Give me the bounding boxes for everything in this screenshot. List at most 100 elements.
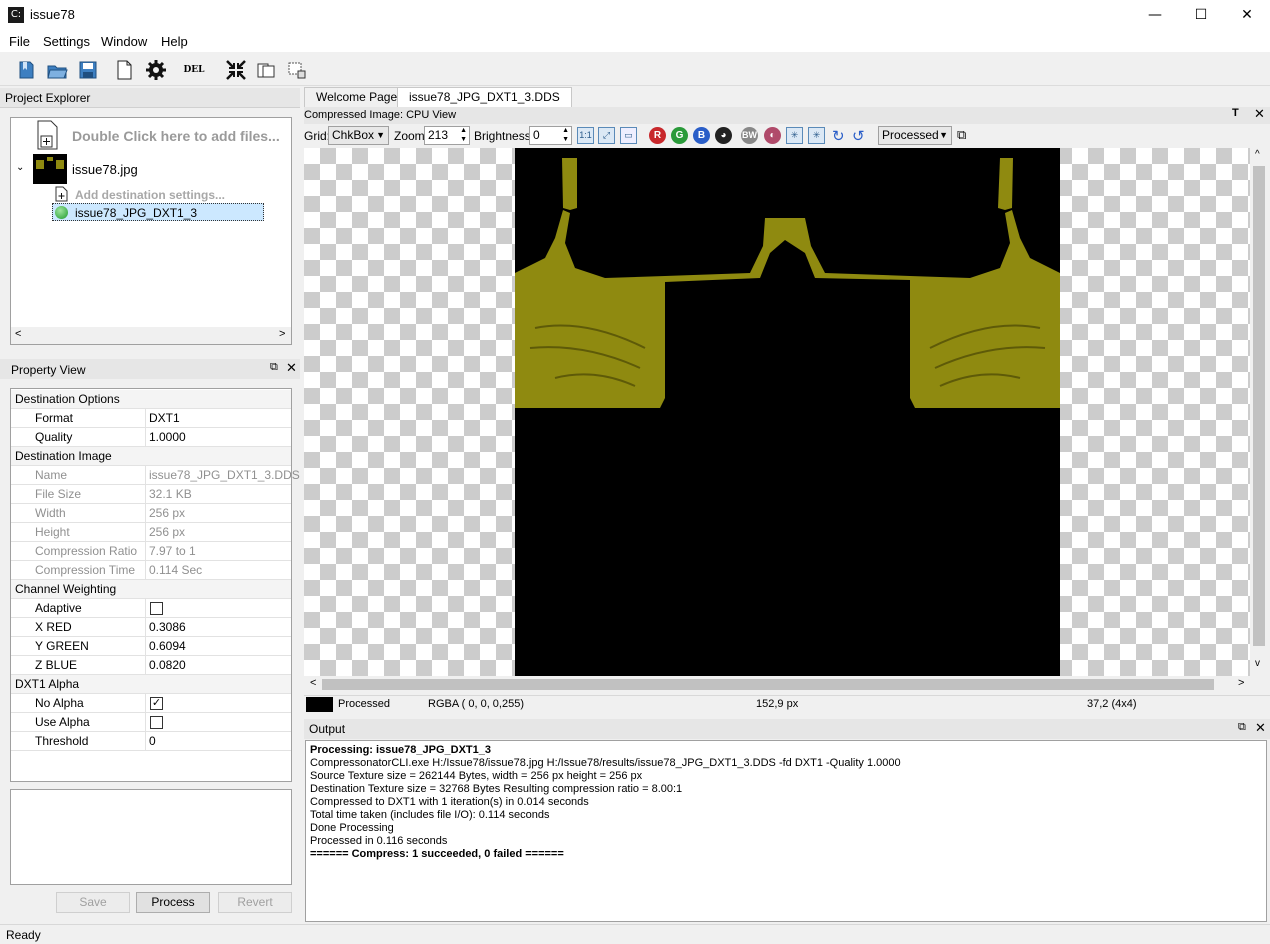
grayscale-icon[interactable]: BW: [741, 127, 758, 144]
property-row[interactable]: File Size 32.1 KB: [11, 485, 291, 504]
property-value[interactable]: 0: [149, 734, 156, 748]
open-image-icon[interactable]: [111, 57, 137, 83]
zoom-100-icon[interactable]: 1:1: [577, 127, 594, 144]
scroll-right-icon[interactable]: >: [1238, 677, 1244, 689]
log-line: Total time taken (includes file I/O): 0.…: [310, 809, 550, 821]
save-button[interactable]: Save: [56, 892, 130, 913]
alpha-channel-icon[interactable]: ◕: [715, 127, 732, 144]
property-row[interactable]: X RED 0.3086: [11, 618, 291, 637]
close-image-view-icon[interactable]: ✕: [1254, 107, 1265, 122]
property-value[interactable]: 0.3086: [149, 620, 186, 634]
property-value[interactable]: 1.0000: [149, 430, 186, 444]
add-destination-icon[interactable]: [55, 186, 68, 202]
add-files-hint[interactable]: Double Click here to add files...: [72, 128, 280, 144]
document-tabs: Welcome Page issue78_JPG_DXT1_3.DDS: [304, 87, 1270, 107]
property-row[interactable]: Threshold 0: [11, 732, 291, 751]
property-row[interactable]: Y GREEN 0.6094: [11, 637, 291, 656]
property-row[interactable]: Quality 1.0000: [11, 428, 291, 447]
minimize-button[interactable]: —: [1132, 0, 1178, 31]
menu-settings[interactable]: Settings: [43, 34, 90, 49]
float-panel-icon[interactable]: ⧉: [270, 361, 278, 374]
scroll-left-icon[interactable]: <: [15, 328, 21, 340]
blue-channel-button[interactable]: B: [693, 127, 710, 144]
mirror-vertical-icon[interactable]: ✳: [808, 127, 825, 144]
scroll-down-icon[interactable]: v: [1255, 658, 1260, 669]
revert-button[interactable]: Revert: [218, 892, 292, 913]
checkbox[interactable]: [150, 716, 163, 729]
property-value[interactable]: 0.6094: [149, 639, 186, 653]
close-panel-icon[interactable]: ✕: [286, 361, 297, 376]
spin-arrows-icon[interactable]: ▲ ▼: [562, 126, 569, 144]
mirror-horizontal-icon[interactable]: ✳: [786, 127, 803, 144]
column-divider: [145, 561, 146, 580]
hscroll-thumb[interactable]: [322, 679, 1214, 690]
delete-button[interactable]: DEL: [180, 57, 208, 83]
vscroll-thumb[interactable]: [1253, 166, 1265, 646]
add-destination-settings[interactable]: Add destination settings...: [75, 188, 225, 202]
menu-file[interactable]: File: [9, 34, 30, 49]
column-divider: [145, 542, 146, 561]
save-project-icon[interactable]: [75, 57, 101, 83]
restore-view-icon[interactable]: ▭: [620, 127, 637, 144]
tab-issue78-dds[interactable]: issue78_JPG_DXT1_3.DDS: [397, 87, 572, 107]
property-row[interactable]: Compression Time 0.114 Sec: [11, 561, 291, 580]
property-row[interactable]: Z BLUE 0.0820: [11, 656, 291, 675]
grid-select[interactable]: ChkBox ▼: [328, 126, 389, 145]
red-channel-button[interactable]: R: [649, 127, 666, 144]
destination-item-selected[interactable]: issue78_JPG_DXT1_3: [52, 203, 264, 221]
compare-windows-icon[interactable]: [253, 57, 279, 83]
property-row[interactable]: Format DXT1: [11, 409, 291, 428]
property-row[interactable]: No Alpha ✓: [11, 694, 291, 713]
add-file-icon[interactable]: [35, 120, 61, 150]
checkbox[interactable]: [150, 602, 163, 615]
property-value[interactable]: 0.0820: [149, 658, 186, 672]
green-channel-button[interactable]: G: [671, 127, 688, 144]
checkbox-checked[interactable]: ✓: [150, 697, 163, 710]
view-mode-select[interactable]: Processed ▼: [878, 126, 952, 145]
float-panel-icon[interactable]: ⧉: [1238, 721, 1246, 734]
rotate-left-icon[interactable]: ↺: [852, 127, 865, 145]
image-item-label[interactable]: issue78.jpg: [72, 162, 138, 177]
process-button[interactable]: Process: [136, 892, 210, 913]
property-value: 32.1 KB: [149, 487, 192, 501]
zoom-spinbox[interactable]: 213 ▲ ▼: [424, 126, 470, 145]
compress-icon[interactable]: [223, 57, 249, 83]
image-diff-icon[interactable]: [284, 57, 310, 83]
output-log[interactable]: Processing: issue78_JPG_DXT1_3 Compresson…: [305, 740, 1267, 922]
open-project-icon[interactable]: [44, 57, 70, 83]
close-output-icon[interactable]: ✕: [1255, 721, 1266, 736]
new-project-icon[interactable]: [14, 57, 40, 83]
menu-help[interactable]: Help: [161, 34, 188, 49]
fit-window-icon[interactable]: ⤢: [598, 127, 615, 144]
chevron-down-icon[interactable]: ⌄: [16, 162, 24, 173]
image-canvas[interactable]: [304, 148, 1250, 676]
scroll-up-icon[interactable]: ^: [1255, 149, 1260, 160]
canvas-vscrollbar[interactable]: ^ v: [1250, 148, 1268, 676]
spin-arrows-icon[interactable]: ▲ ▼: [460, 126, 467, 144]
rotate-right-icon[interactable]: ↻: [832, 127, 845, 145]
log-line: Processed in 0.116 seconds: [310, 835, 448, 847]
property-row[interactable]: Width 256 px: [11, 504, 291, 523]
brightness-spinbox[interactable]: 0 ▲ ▼: [529, 126, 572, 145]
menu-window[interactable]: Window: [101, 34, 147, 49]
property-value[interactable]: DXT1: [149, 411, 180, 425]
close-window-button[interactable]: ✕: [1224, 0, 1270, 31]
split-view-icon[interactable]: ⧉: [957, 127, 966, 143]
project-tree[interactable]: Double Click here to add files... ⌄ issu…: [10, 117, 292, 345]
property-row[interactable]: Adaptive: [11, 599, 291, 618]
scroll-left-icon[interactable]: <: [310, 677, 316, 689]
settings-gear-icon[interactable]: [143, 57, 169, 83]
property-row[interactable]: Use Alpha: [11, 713, 291, 732]
scroll-right-icon[interactable]: >: [279, 328, 285, 340]
canvas-hscrollbar[interactable]: < >: [304, 676, 1250, 693]
property-row[interactable]: Name issue78_JPG_DXT1_3.DDS: [11, 466, 300, 485]
property-row[interactable]: Height 256 px: [11, 523, 291, 542]
tree-hscrollbar[interactable]: < >: [11, 327, 291, 344]
property-row[interactable]: Compression Ratio 7.97 to 1: [11, 542, 291, 561]
property-key: Destination Options: [15, 392, 120, 406]
column-divider: [145, 409, 146, 428]
maximize-button[interactable]: ☐: [1178, 0, 1224, 31]
tab-welcome-page[interactable]: Welcome Page: [304, 87, 410, 107]
invert-icon[interactable]: ◐: [764, 127, 781, 144]
title-toggle-icon[interactable]: T: [1232, 107, 1239, 119]
